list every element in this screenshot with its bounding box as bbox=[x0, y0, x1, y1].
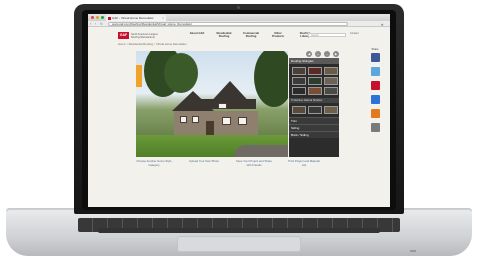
siding-button[interactable]: Siding bbox=[289, 124, 339, 131]
nav-item-other-products[interactable]: Other Products bbox=[269, 31, 287, 38]
action-links: Choose Another Home Style Category Uploa… bbox=[136, 159, 356, 167]
rss-icon[interactable] bbox=[370, 109, 380, 118]
house bbox=[166, 81, 266, 136]
share-sidebar: Share bbox=[366, 48, 384, 137]
color-swatch[interactable] bbox=[292, 77, 306, 85]
facebook-icon[interactable] bbox=[370, 53, 380, 62]
sub-swatches bbox=[289, 103, 339, 117]
color-swatch[interactable] bbox=[324, 67, 338, 75]
laptop-led bbox=[410, 250, 416, 252]
action-link[interactable]: Save Your Project and Share with Friends bbox=[236, 159, 272, 167]
color-swatch[interactable] bbox=[324, 106, 338, 114]
web-page: GAF North America's Largest Roofing Manu… bbox=[88, 28, 390, 207]
browser-toolbar: ‹ › ↻ www.gaf.com/Roofing/Residential/Vi… bbox=[88, 21, 390, 27]
logo-tagline: North America's Largest Roofing Manufact… bbox=[131, 33, 158, 39]
color-swatch[interactable] bbox=[308, 87, 322, 95]
laptop-trackpad bbox=[177, 236, 301, 252]
pinterest-icon[interactable] bbox=[370, 81, 380, 90]
window bbox=[192, 116, 199, 123]
trim-button[interactable]: Trim bbox=[289, 117, 339, 124]
minimize-window-icon[interactable] bbox=[96, 16, 99, 19]
gaf-logo[interactable]: GAF bbox=[118, 32, 129, 39]
share-label: Share bbox=[371, 48, 379, 51]
forward-icon[interactable]: › bbox=[95, 22, 96, 26]
nav-item-about[interactable]: About GAF bbox=[188, 31, 206, 38]
print-icon[interactable] bbox=[370, 123, 380, 132]
laptop-screen: GAF - Virtual Home Remodeler × ‹ › ↻ www… bbox=[88, 14, 390, 207]
back-icon[interactable]: ‹ bbox=[90, 22, 91, 26]
email-icon[interactable] bbox=[370, 95, 380, 104]
prev-icon[interactable]: ◀ bbox=[306, 51, 312, 57]
laptop-scene: GAF - Virtual Home Remodeler × ‹ › ↻ www… bbox=[0, 0, 477, 267]
color-swatch[interactable] bbox=[308, 67, 322, 75]
twitter-icon[interactable] bbox=[370, 67, 380, 76]
contact-link[interactable]: Contact bbox=[350, 32, 359, 35]
house-preview-image[interactable] bbox=[136, 51, 288, 157]
action-link[interactable]: Choose Another Home Style Category bbox=[136, 159, 172, 167]
action-link[interactable]: Print Project and Material List bbox=[286, 159, 322, 167]
window bbox=[238, 117, 247, 125]
viewer-controls: ◀ + – ▶ bbox=[289, 51, 339, 57]
nav-item-residential[interactable]: Residential Roofing bbox=[215, 31, 233, 38]
webcam-icon bbox=[237, 6, 240, 9]
window bbox=[218, 103, 227, 109]
product-panel: Roofing Shingles Timberline Natural Shad… bbox=[289, 58, 339, 157]
top-navigation: About GAF Residential Roofing Commercial… bbox=[188, 31, 314, 38]
color-swatch[interactable] bbox=[324, 77, 338, 85]
laptop-keyboard-row bbox=[98, 228, 380, 233]
window bbox=[222, 117, 231, 125]
tab-title: GAF - Virtual Home Remodeler bbox=[112, 16, 154, 20]
breadcrumb: Home > Residential Roofing > Virtual Hom… bbox=[118, 42, 187, 46]
maximize-window-icon[interactable] bbox=[101, 16, 104, 19]
color-swatch[interactable] bbox=[324, 87, 338, 95]
side-tab[interactable] bbox=[136, 65, 142, 87]
bookmark-star-icon[interactable]: ★ bbox=[380, 22, 384, 27]
close-window-icon[interactable] bbox=[91, 16, 94, 19]
window bbox=[180, 116, 187, 123]
color-swatch[interactable] bbox=[308, 106, 322, 114]
zoom-in-icon[interactable]: + bbox=[315, 51, 321, 57]
driveway bbox=[234, 145, 288, 157]
front-door bbox=[206, 121, 214, 136]
next-icon[interactable]: ▶ bbox=[333, 51, 339, 57]
color-swatch[interactable] bbox=[292, 106, 306, 114]
reload-icon[interactable]: ↻ bbox=[100, 22, 103, 26]
nav-item-commercial[interactable]: Commercial Roofing bbox=[242, 31, 260, 38]
zoom-out-icon[interactable]: – bbox=[324, 51, 330, 57]
color-swatch[interactable] bbox=[292, 67, 306, 75]
browser-titlebar: GAF - Virtual Home Remodeler × bbox=[88, 14, 390, 21]
shingle-swatches bbox=[289, 64, 339, 98]
address-bar[interactable]: www.gaf.com/Roofing/Residential/Virtual_… bbox=[108, 22, 348, 26]
action-link[interactable]: Upload Your Own Photo bbox=[186, 159, 222, 167]
search-input[interactable]: Search bbox=[308, 33, 346, 37]
favicon-icon bbox=[108, 16, 111, 20]
color-swatch[interactable] bbox=[308, 77, 322, 85]
brick-siding-button[interactable]: Brick / Siding bbox=[289, 131, 339, 138]
color-swatch[interactable] bbox=[292, 87, 306, 95]
